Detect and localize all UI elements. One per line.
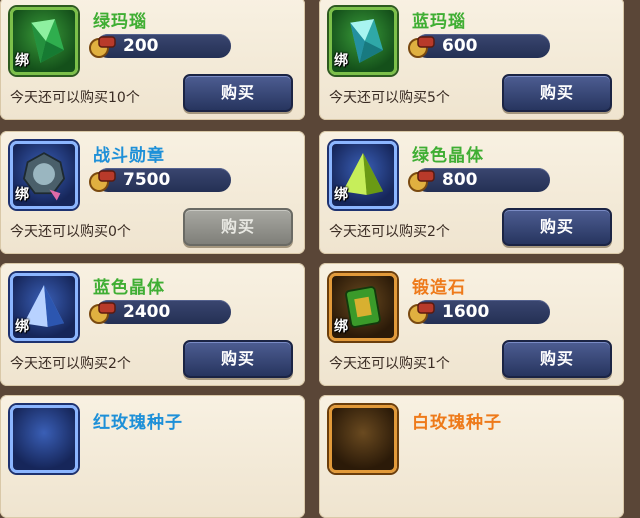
shop-item-card: 绑 锻造石 1600 今天还可以购买1个 购买 [319,263,624,386]
coin-scroll-icon [89,302,116,324]
shop-item-card: 绑 蓝色晶体 2400 今天还可以购买2个 购买 [0,263,305,386]
purchase-limit-text: 今天还可以购买2个 [10,356,131,372]
red-rose-seed-icon [10,405,78,473]
price-value: 600 [442,36,478,56]
buy-button[interactable]: 购买 [502,208,612,246]
item-name: 白玫瑰种子 [412,413,502,433]
coin-scroll-icon [408,170,435,192]
buy-button[interactable]: 购买 [502,74,612,112]
item-name: 红玫瑰种子 [93,413,183,433]
price-value: 7500 [123,170,171,190]
bound-tag: 绑 [15,187,29,203]
price-pill: 1600 [408,300,550,324]
shop-item-card: 绑 绿色晶体 800 今天还可以购买2个 购买 [319,131,624,254]
item-name: 战斗勋章 [93,146,165,166]
shop-item-card: 绑 绿玛瑙 200 今天还可以购买10个 购买 [0,0,305,120]
battle-medal-icon: 绑 [10,141,78,209]
coin-scroll-icon [89,36,116,58]
bound-tag: 绑 [334,187,348,203]
green-crystal-icon: 绑 [329,141,397,209]
price-pill: 200 [89,34,231,58]
item-name: 蓝色晶体 [93,278,165,298]
blue-agate-icon: 绑 [329,7,397,75]
purchase-limit-text: 今天还可以购买10个 [10,90,140,106]
price-pill: 2400 [89,300,231,324]
item-name: 绿玛瑙 [93,12,147,32]
price-pill: 600 [408,34,550,58]
purchase-limit-text: 今天还可以购买5个 [329,90,450,106]
coin-scroll-icon [408,302,435,324]
item-name: 蓝玛瑙 [412,12,466,32]
bound-tag: 绑 [334,319,348,335]
green-agate-icon: 绑 [10,7,78,75]
price-value: 200 [123,36,159,56]
bound-tag: 绑 [15,53,29,69]
buy-button[interactable]: 购买 [183,340,293,378]
price-pill: 7500 [89,168,231,192]
coin-scroll-icon [408,36,435,58]
price-value: 2400 [123,302,171,322]
white-rose-seed-icon [329,405,397,473]
purchase-limit-text: 今天还可以购买1个 [329,356,450,372]
item-name: 绿色晶体 [412,146,484,166]
coin-scroll-icon [89,170,116,192]
purchase-limit-text: 今天还可以购买2个 [329,224,450,240]
buy-button[interactable]: 购买 [502,340,612,378]
shop-item-card: 绑 蓝玛瑙 600 今天还可以购买5个 购买 [319,0,624,120]
forging-stone-icon: 绑 [329,273,397,341]
shop-item-card: 绑 战斗勋章 7500 今天还可以购买0个 购买 [0,131,305,254]
price-pill: 800 [408,168,550,192]
price-value: 800 [442,170,478,190]
shop-item-card: 红玫瑰种子 [0,395,305,518]
shop-item-card: 白玫瑰种子 [319,395,624,518]
purchase-limit-text: 今天还可以购买0个 [10,224,131,240]
buy-button-disabled[interactable]: 购买 [183,208,293,246]
price-value: 1600 [442,302,490,322]
bound-tag: 绑 [15,319,29,335]
item-name: 锻造石 [412,278,466,298]
blue-crystal-icon: 绑 [10,273,78,341]
bound-tag: 绑 [334,53,348,69]
buy-button[interactable]: 购买 [183,74,293,112]
